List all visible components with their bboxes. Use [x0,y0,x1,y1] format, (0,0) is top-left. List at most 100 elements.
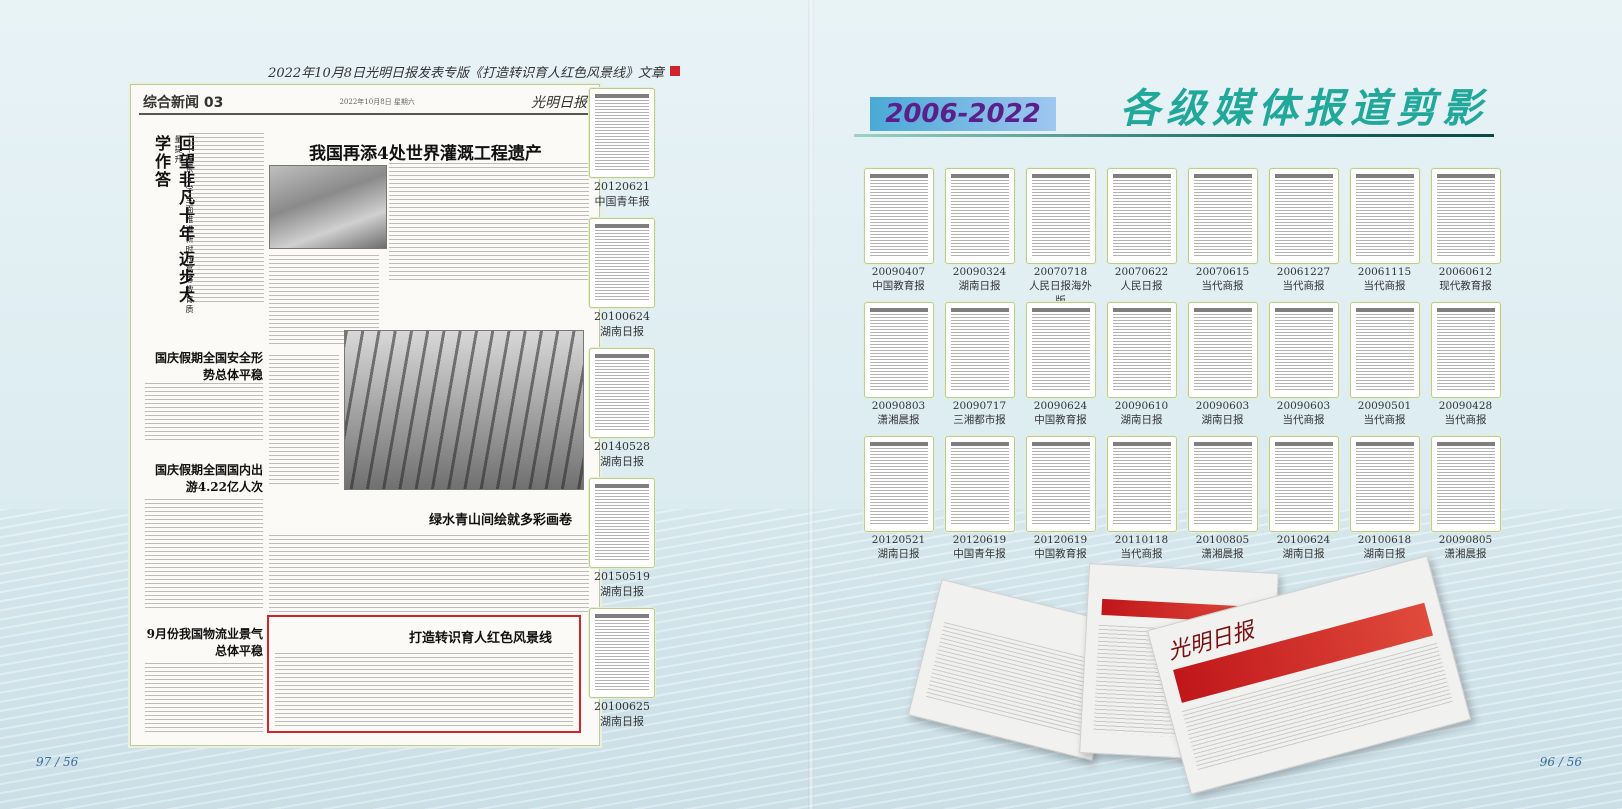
clipping-thumbnail[interactable]: 20120619 中国教育报 [1024,436,1097,564]
newspaper-body: 我国再添4处世界灌溉工程遗产 回望非凡十年 迈步大学作答 ——山东大学全面推进新… [139,115,591,735]
clipping-date: 20090603 [1195,400,1250,412]
grid-row: 20090407 中国教育报 20090324 湖南日报 20070718 人民日报海… [862,168,1502,307]
clipping-paper: 当代商报 [1120,548,1163,560]
clipping-image [1025,436,1096,532]
clipping-thumbnail[interactable]: 20100618 湖南日报 [1348,436,1421,564]
clipping-thumbnail[interactable]: 20100805 潇湘晨报 [1186,436,1259,564]
page-title: 各级媒体报道剪影 [1120,85,1488,132]
clipping-image [1187,168,1258,264]
clipping-thumbnail[interactable]: 20090717 三湘都市报 [943,302,1016,430]
news-photo-aerial [269,165,387,249]
grid-row: 20120521 湖南日报 20120619 中国青年报 20120619 中国教育报… [862,436,1502,564]
clipping-thumbnail[interactable]: 20100624 湖南日报 [1267,436,1340,564]
clipping-image [1187,302,1258,398]
clipping-thumbnail[interactable]: 20090803 潇湘晨报 [862,302,935,430]
clipping-thumbnail[interactable]: 20061227 当代商报 [1267,168,1340,296]
newspaper-page: 综合新闻 03 2022年10月8日 星期六 光明日报 我国再添4处世界灌溉工程… [130,84,600,746]
page-number-right: 96 / 56 [1539,755,1582,769]
newspaper-section: 综合新闻 03 [143,95,224,111]
clipping-image [1430,302,1501,398]
clipping-date: 20110118 [1114,534,1169,546]
clipping-image [1106,302,1177,398]
headline-safety: 国庆假期全国安全形势总体平稳 [154,351,263,382]
clipping-paper: 中国青年报 [953,548,1006,560]
left-page: 2022年10月8日光明日报发表专版《打造转识育人红色风景线》文章 综合新闻 0… [0,0,808,809]
clipping-paper: 中国青年报 [594,195,650,208]
clipping-thumbnail[interactable]: 20120621 中国青年报 [584,88,660,216]
clipping-date: 20090805 [1438,534,1493,546]
clipping-thumbnail[interactable]: 20140528 湖南日报 [584,348,660,476]
clipping-paper: 湖南日报 [600,325,644,338]
clipping-thumbnail[interactable]: 20150519 湖南日报 [584,478,660,606]
clipping-date: 20120619 [952,534,1007,546]
featured-article-box: 打造转识育人红色风景线 [267,615,581,733]
clipping-date: 20100805 [1195,534,1250,546]
clipping-thumbnail[interactable]: 20070615 当代商报 [1186,168,1259,296]
clipping-thumbnail[interactable]: 20090324 湖南日报 [943,168,1016,296]
clipping-date: 20100625 [594,700,650,713]
clipping-image [1106,168,1177,264]
clipping-date: 20070622 [1114,266,1169,278]
clipping-thumbnail[interactable]: 20120521 湖南日报 [862,436,935,564]
clipping-thumbnail[interactable]: 20100624 湖南日报 [584,218,660,346]
clipping-paper: 中国教育报 [1034,414,1087,426]
clipping-grid: 20090407 中国教育报 20090324 湖南日报 20070718 人民日报海… [862,168,1502,570]
clipping-paper: 当代商报 [1444,414,1487,426]
headline-landscape: 绿水青山间绘就多彩画卷 [429,513,573,528]
caption-text: 2022年10月8日光明日报发表专版《打造转识育人红色风景线》文章 [268,65,664,81]
clipping-thumbnail[interactable]: 20090603 当代商报 [1267,302,1340,430]
grid-row: 20090803 潇湘晨报 20090717 三湘都市报 20090624 中国教育报… [862,302,1502,430]
text-column [269,535,589,615]
clipping-thumbnail[interactable]: 20070718 人民日报海外版 [1024,168,1097,307]
clipping-thumbnail[interactable]: 20090407 中国教育报 [862,168,935,296]
clipping-paper: 当代商报 [1282,414,1325,426]
text-column [189,133,264,303]
clipping-paper: 三湘都市报 [953,414,1006,426]
clipping-thumbnail[interactable]: 20100625 湖南日报 [584,608,660,736]
clipping-paper: 湖南日报 [600,715,644,728]
thumbnail-column: 20120621 中国青年报 20100624 湖南日报 20140528 湖南… [584,88,660,738]
clipping-paper: 当代商报 [1201,280,1244,292]
clipping-thumbnail[interactable]: 20090624 中国教育报 [1024,302,1097,430]
clipping-thumbnail[interactable]: 20090805 潇湘晨报 [1429,436,1502,564]
clipping-image [863,168,934,264]
clipping-thumbnail[interactable]: 20090603 湖南日报 [1186,302,1259,430]
clipping-image [1349,302,1420,398]
clipping-image [1025,302,1096,398]
clipping-date: 20090501 [1357,400,1412,412]
newspaper-meta: 2022年10月8日 星期六 [339,98,415,106]
clipping-thumbnail[interactable]: 20090610 湖南日报 [1105,302,1178,430]
clipping-image [589,348,655,438]
text-column [145,383,263,443]
clipping-thumbnail[interactable]: 20090428 当代商报 [1429,302,1502,430]
clipping-image [1106,436,1177,532]
clipping-paper: 中国教育报 [1034,548,1087,560]
clipping-paper: 湖南日报 [1282,548,1325,560]
year-range-banner: 2006-2022 [870,97,1056,131]
clipping-paper: 现代教育报 [1439,280,1492,292]
clipping-image [944,436,1015,532]
clipping-image [589,218,655,308]
page-number-left: 97 / 56 [36,755,79,769]
clipping-thumbnail[interactable]: 20061115 当代商报 [1348,168,1421,296]
clipping-thumbnail[interactable]: 20110118 当代商报 [1105,436,1178,564]
clipping-date: 20100618 [1357,534,1412,546]
clipping-thumbnail[interactable]: 20120619 中国青年报 [943,436,1016,564]
clipping-thumbnail[interactable]: 20090501 当代商报 [1348,302,1421,430]
clipping-paper: 潇湘晨报 [1444,548,1487,560]
headline-logistics: 9月份我国物流业景气总体平稳 [146,627,263,658]
clipping-paper: 湖南日报 [600,455,644,468]
clipping-thumbnail[interactable]: 20070622 人民日报 [1105,168,1178,296]
clipping-image [589,478,655,568]
headline-tourism: 国庆假期全国国内出游4.22亿人次 [154,463,263,494]
clipping-paper: 当代商报 [1363,280,1406,292]
clipping-paper: 中国教育报 [872,280,925,292]
text-column [389,163,589,283]
clipping-thumbnail[interactable]: 20060612 现代教育报 [1429,168,1502,296]
clipping-date: 20090407 [871,266,926,278]
news-photo-bridge [344,330,584,490]
clipping-paper: 当代商报 [1363,414,1406,426]
clipping-image [589,88,655,178]
clipping-paper: 湖南日报 [1201,414,1244,426]
clipping-paper: 当代商报 [1282,280,1325,292]
